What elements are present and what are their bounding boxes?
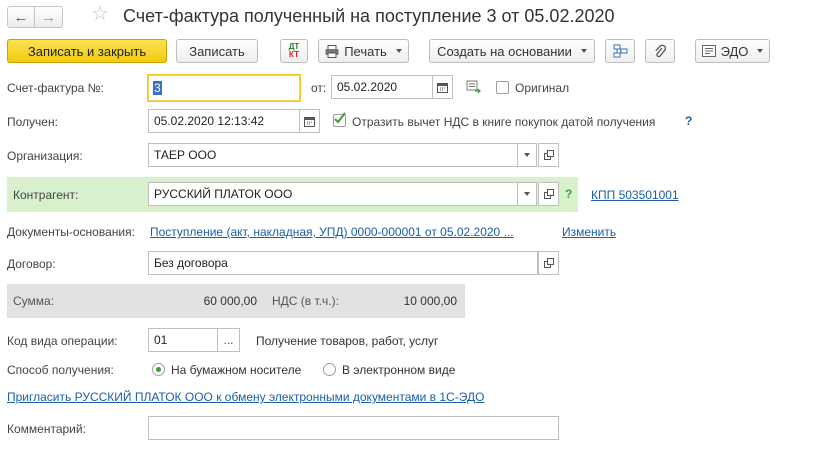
kpp-link[interactable]: КПП 503501001 <box>591 188 679 202</box>
save-and-close-label: Записать и закрыть <box>27 43 147 59</box>
operation-code-select-button[interactable]: ... <box>217 328 240 352</box>
sum-value: 60 000,00 <box>203 294 257 308</box>
edo-icon <box>701 45 716 57</box>
received-datetime-input[interactable]: 05.02.2020 12:13:42 <box>148 109 300 133</box>
invoice-date-input[interactable]: 05.02.2020 <box>331 75 433 99</box>
hierarchy-icon <box>613 44 627 58</box>
create-based-on-button[interactable]: Создать на основании <box>429 39 595 63</box>
create-based-on-label: Создать на основании <box>437 43 572 59</box>
paperclip-icon <box>655 44 666 57</box>
list-arrow-icon[interactable] <box>466 80 482 97</box>
contract-input[interactable]: Без договора <box>148 251 538 275</box>
calendar-icon <box>304 116 315 127</box>
calendar-icon <box>437 82 448 93</box>
help-icon[interactable]: ? <box>685 114 692 128</box>
receipt-paper-label: На бумажном носителе <box>171 363 302 377</box>
save-button[interactable]: Записать <box>176 39 258 63</box>
original-label: Оригинал <box>515 81 570 95</box>
chevron-down-icon <box>395 49 402 53</box>
vat-deduction-checkbox[interactable] <box>333 112 346 127</box>
open-window-icon <box>543 258 554 268</box>
received-label: Получен: <box>7 115 58 129</box>
date-from-label: от: <box>311 81 327 95</box>
invoice-number-label: Счет-фактура №: <box>7 81 104 95</box>
vat-value: 10 000,00 <box>403 294 457 308</box>
edo-label: ЭДО <box>720 43 749 59</box>
organization-open-button[interactable] <box>538 143 559 167</box>
base-documents-label: Документы-основания: <box>7 225 135 239</box>
back-button[interactable]: ← <box>7 6 35 28</box>
ellipsis-icon: ... <box>223 333 234 347</box>
structure-button[interactable] <box>605 39 635 63</box>
chevron-down-icon <box>757 49 764 53</box>
chevron-down-icon <box>524 153 530 157</box>
base-document-link[interactable]: Поступление (акт, накладная, УПД) 0000-0… <box>150 225 514 239</box>
original-checkbox[interactable] <box>496 81 509 94</box>
calendar-button[interactable] <box>432 75 453 99</box>
comment-label: Комментарий: <box>7 422 86 436</box>
comment-input[interactable] <box>148 416 559 440</box>
save-label: Записать <box>189 43 245 59</box>
favorite-star-icon[interactable]: ☆ <box>91 4 109 24</box>
organization-dropdown-button[interactable] <box>517 143 537 167</box>
chevron-down-icon <box>524 192 530 196</box>
chevron-down-icon <box>580 49 587 53</box>
vat-label: НДС (в т.ч.): <box>272 294 339 308</box>
operation-code-label: Код вида операции: <box>7 334 118 348</box>
print-label: Печать <box>344 43 387 59</box>
receipt-electronic-label: В электронном виде <box>342 363 456 377</box>
invoice-number-input[interactable]: 3 <box>147 74 301 102</box>
dt-kt-button[interactable]: ДТ КТ <box>280 39 308 63</box>
operation-code-description: Получение товаров, работ, услуг <box>256 334 439 348</box>
checkmark-icon <box>334 112 346 124</box>
arrow-left-icon: ← <box>13 8 29 26</box>
counterparty-input[interactable]: РУССКИЙ ПЛАТОК ООО <box>148 182 518 206</box>
page-title: Счет-фактура полученный на поступление 3… <box>123 6 615 26</box>
contract-open-button[interactable] <box>538 251 559 275</box>
counterparty-label: Контрагент: <box>13 188 79 202</box>
calendar-button[interactable] <box>299 109 320 133</box>
organization-input[interactable]: ТАЕР ООО <box>148 143 518 167</box>
organization-label: Организация: <box>7 149 83 163</box>
contract-label: Договор: <box>7 257 56 271</box>
vat-deduction-label: Отразить вычет НДС в книге покупок датой… <box>352 115 656 129</box>
open-window-icon <box>543 189 554 199</box>
dt-kt-icon: ДТ КТ <box>288 42 300 59</box>
counterparty-help-icon[interactable]: ? <box>565 187 572 201</box>
change-documents-link[interactable]: Изменить <box>562 225 616 239</box>
receipt-paper-radio[interactable] <box>152 363 165 376</box>
forward-button[interactable]: → <box>35 6 63 28</box>
print-button[interactable]: Печать <box>318 39 409 63</box>
invite-edo-link[interactable]: Пригласить РУССКИЙ ПЛАТОК ООО к обмену э… <box>7 390 484 404</box>
arrow-right-icon: → <box>41 8 56 26</box>
counterparty-open-button[interactable] <box>538 182 559 206</box>
operation-code-input[interactable]: 01 <box>148 328 218 352</box>
printer-icon <box>325 44 339 58</box>
sum-label: Сумма: <box>13 294 55 308</box>
save-and-close-button[interactable]: Записать и закрыть <box>7 39 167 63</box>
edo-button[interactable]: ЭДО <box>695 39 770 63</box>
attach-button[interactable] <box>645 39 675 63</box>
receipt-method-label: Способ получения: <box>7 363 114 377</box>
counterparty-dropdown-button[interactable] <box>517 182 537 206</box>
open-window-icon <box>543 150 554 160</box>
receipt-electronic-radio[interactable] <box>323 363 336 376</box>
